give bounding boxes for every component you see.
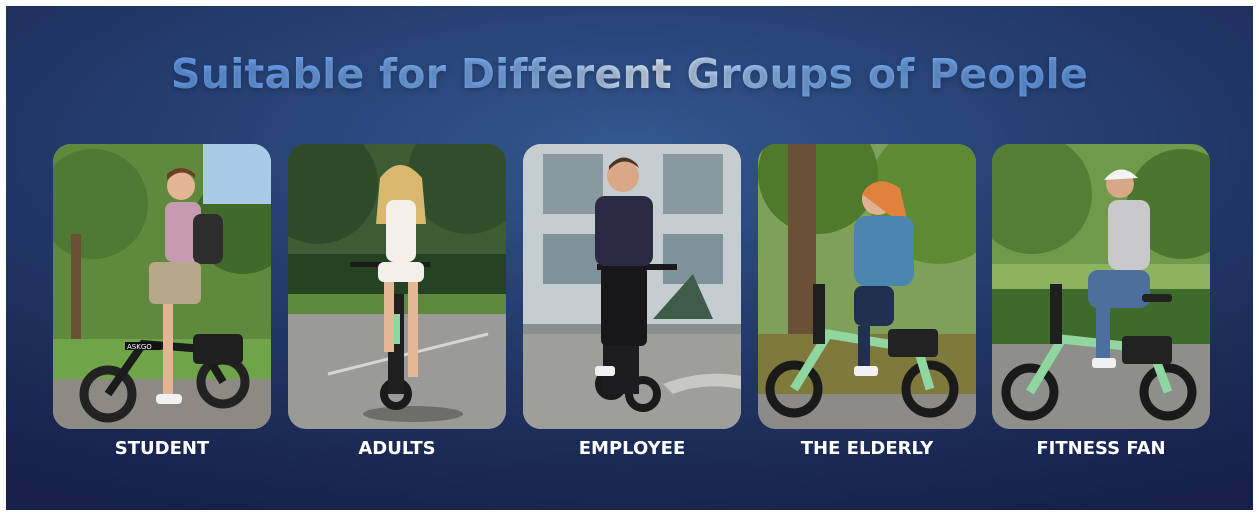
fitness-fan-photo <box>992 144 1210 429</box>
group-label-employee: EMPLOYEE <box>578 438 686 459</box>
group-label-the-elderly: THE ELDERLY <box>800 438 934 459</box>
group-label-student: STUDENT <box>114 438 210 459</box>
bike-brand-text: ASKGO <box>127 343 152 351</box>
group-label-fitness-fan: FITNESS FAN <box>1036 438 1166 459</box>
elderly-photo <box>758 144 976 429</box>
group-label-adults: ADULTS <box>358 438 436 459</box>
employee-photo <box>523 144 741 429</box>
banner-title: Suitable for Different Groups of People <box>6 50 1253 98</box>
banner: Suitable for Different Groups of People … <box>6 6 1253 510</box>
adults-photo <box>288 144 506 429</box>
student-photo: ASKGO <box>53 144 271 429</box>
